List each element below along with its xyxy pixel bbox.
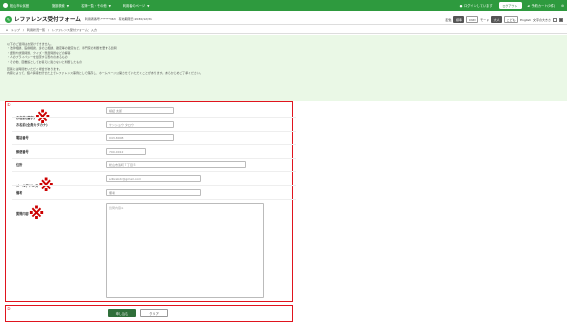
notice-box: 以下のご質問はお受けできません。 ・法律相談、医療相談、身の上相談、鑑定等の鑑定… (0, 35, 567, 101)
form-section: ① お名前(漢字) ※ 検証 太郎 お名前(全角カタカナ) ケンショウ タロウ 電… (5, 101, 296, 302)
breadcrumb-separator: / (22, 27, 24, 32)
notice-line: 内容によって、個人情報を伏せた上でレファレンス事例として保存し、ホームページ公開… (7, 71, 203, 76)
top-nav-bar: 松山市公民館 施設検索 ▼ 名簿一覧・その他 ▼ 利用者のページ ▼ ● ログインしてい… (0, 0, 567, 11)
mode-label: モード (480, 17, 490, 22)
page-title: レファレンス受付フォーム (14, 17, 81, 23)
question-row: 質問内容 ※ (16, 204, 44, 223)
required-mark: ※ (28, 204, 45, 223)
question-textarea[interactable]: 質問内容※ (106, 203, 264, 298)
site-name: 松山市公民館 (10, 4, 30, 8)
mode-adult-toggle[interactable]: 大人 (491, 16, 503, 23)
nav-facility-search[interactable]: 施設検索 ▼ (46, 3, 75, 9)
settings-icon[interactable]: ⚙ (561, 4, 564, 8)
login-status: ● ログインしています (460, 3, 493, 8)
breadcrumb-separator: / (47, 27, 49, 32)
nav-label: 利用者のページ (122, 4, 146, 8)
cart-link[interactable]: ▰ 予約カート(0件) (528, 3, 556, 8)
nav-label: 施設検索 (52, 4, 65, 8)
postal-row: 郵便番号 (16, 149, 29, 154)
clear-button[interactable]: クリア (140, 309, 168, 317)
site-logo[interactable]: 松山市公民館 (0, 3, 46, 8)
address-row: 住所 (16, 162, 22, 167)
font-size-small-toggle[interactable] (553, 17, 557, 22)
postal-input[interactable]: 790-0012 (106, 148, 146, 155)
english-link[interactable]: English (520, 18, 531, 22)
topbar-right: ● ログインしています ログアウト ▰ 予約カート(0件) ⚙ (460, 0, 564, 11)
reference-icon: ✎ (5, 15, 12, 23)
brand: ✎ レファレンス受付フォーム 利用者番号:******363 有効期限日:203… (5, 15, 152, 23)
breadcrumb-top[interactable]: トップ (11, 28, 20, 32)
logout-button[interactable]: ログアウト (498, 2, 522, 9)
font-size-label: 文字の大きさ (532, 17, 551, 22)
breadcrumb-current: レファレンス受付フォーム：入力 (51, 27, 97, 32)
chevron-down-icon: ▼ (147, 3, 150, 8)
name-input[interactable]: 検証 太郎 (106, 107, 174, 114)
user-icon: ● (459, 4, 463, 8)
mode-kids-toggle[interactable]: こども (504, 16, 519, 23)
cart-icon: ▰ (527, 4, 530, 8)
phone-label: 電話番号 (16, 136, 29, 140)
button-marker: ② (7, 306, 11, 311)
home-icon: ⌂ (6, 27, 8, 32)
submit-button[interactable]: 申し込む (108, 309, 136, 317)
color-standard-toggle[interactable]: 標準 (453, 16, 465, 23)
color-label: 配色 (445, 17, 452, 22)
color-cud-toggle[interactable]: CUD (466, 16, 479, 23)
nav-list-other[interactable]: 名簿一覧・その他 ▼ (75, 3, 117, 9)
chevron-down-icon: ▼ (66, 3, 70, 8)
user-meta: 利用者番号:******363 有効期限日:2030/12/31 (84, 17, 152, 21)
form-marker: ① (7, 102, 11, 107)
note-input[interactable]: 備考 (106, 189, 201, 196)
note-label: 備考 (16, 191, 23, 195)
chevron-down-icon: ▼ (108, 3, 111, 8)
nav-label: 名簿一覧・その他 (81, 4, 107, 8)
address-input[interactable]: 松山市湊町７丁目５ (106, 161, 246, 168)
login-status-text: ログインしています (463, 4, 493, 8)
kana-label: お名前(全角カタカナ) (16, 123, 48, 127)
page-header: ✎ レファレンス受付フォーム 利用者番号:******363 有効期限日:203… (0, 11, 567, 25)
breadcrumb-usage[interactable]: 利用状況一覧 (27, 28, 45, 32)
kana-input[interactable]: ケンショウ タロウ (106, 121, 174, 128)
phone-row: 電話番号 (16, 135, 29, 140)
postal-label: 郵便番号 (16, 150, 29, 154)
nav-user-page[interactable]: 利用者のページ ▼ (117, 3, 156, 9)
address-label: 住所 (16, 163, 23, 167)
cart-text: 予約カート(0件) (531, 4, 556, 8)
kana-row: お名前(全角カタカナ) (16, 122, 48, 127)
question-label: 質問内容 (16, 212, 29, 216)
note-row: 備考 (16, 190, 22, 195)
logo-icon (3, 3, 8, 8)
button-section: ② 申し込む クリア (5, 305, 293, 322)
phone-input[interactable]: 043-8008 (106, 134, 174, 141)
breadcrumb: ⌂ トップ / 利用状況一覧 / レファレンス受付フォーム：入力 (0, 26, 567, 34)
display-tools: 配色 標準 CUD モード 大人 こども English 文字の大きさ (445, 16, 563, 23)
font-size-large-toggle[interactable] (559, 17, 563, 22)
email-input[interactable]: sdbrebdr@gmail.com (106, 175, 201, 182)
